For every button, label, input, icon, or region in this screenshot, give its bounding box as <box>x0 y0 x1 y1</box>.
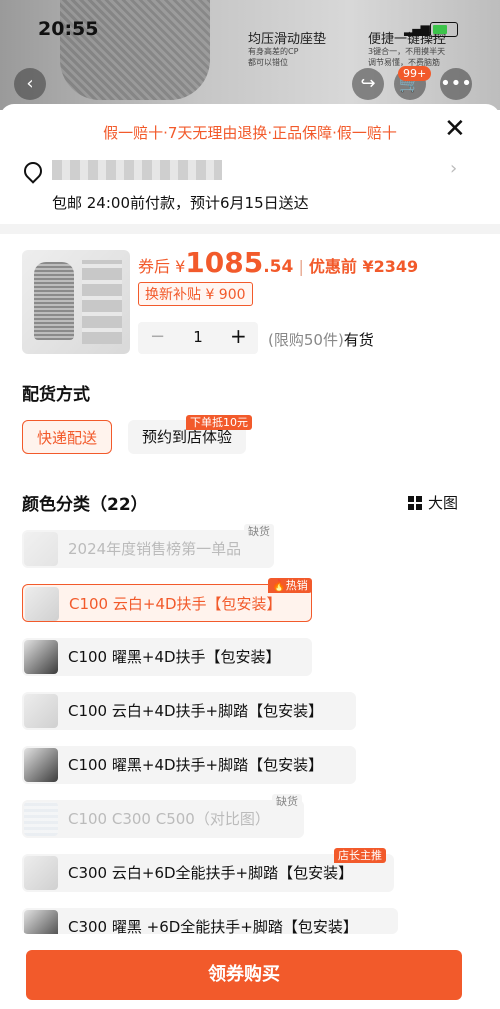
option-thumbnail <box>25 587 59 621</box>
option-discount-tag: 下单抵10元 <box>186 415 252 430</box>
option-thumbnail <box>24 802 58 836</box>
feature-title-seat: 均压滑动座垫 <box>248 32 327 47</box>
address-blurred[interactable] <box>52 160 222 180</box>
color-option[interactable]: C100 曜黑+4D扶手+脚踏【包安装】 <box>22 746 356 784</box>
status-time: 20:55 <box>38 18 99 40</box>
claim-coupon-buy-button[interactable]: 领券购买 <box>26 950 462 1000</box>
share-icon[interactable]: ↪ <box>352 68 384 100</box>
big-view-toggle[interactable]: 大图 <box>408 492 458 513</box>
close-icon[interactable]: ✕ <box>444 116 466 142</box>
guarantee-banner: 假一赔十·7天无理由退换·正品保障·假一赔十 <box>103 124 397 142</box>
chair-image <box>60 0 210 100</box>
quantity-stepper: − 1 + <box>138 322 258 354</box>
color-option[interactable]: C100 C300 C500（对比图） <box>22 800 304 838</box>
price-prefix: 券后 ¥ <box>138 257 186 276</box>
option-thumbnail <box>24 640 58 674</box>
option-thumbnail <box>24 856 58 890</box>
color-option[interactable]: C100 云白+4D扶手+脚踏【包安装】 <box>22 692 356 730</box>
shipping-option-express[interactable]: 快递配送 <box>22 420 113 454</box>
hot-sale-tag: 🔥热销 <box>268 578 312 593</box>
option-thumbnail <box>24 910 58 934</box>
option-thumbnail <box>24 532 58 566</box>
grid-icon <box>408 496 422 510</box>
manager-recommend-tag: 店长主推 <box>334 848 386 863</box>
increase-button[interactable]: + <box>230 324 247 348</box>
original-price: 优惠前 ¥2349 <box>308 257 419 276</box>
color-option[interactable]: C300 曜黑 +6D全能扶手+脚踏【包安装】 <box>22 908 398 934</box>
signal-icon: ▂▄▆ <box>404 22 430 36</box>
sku-selector-sheet: 假一赔十·7天无理由退换·正品保障·假一赔十 ✕ › 包邮 24:00前付款，预… <box>0 104 500 1009</box>
cart-badge: 99+ <box>398 66 432 81</box>
price-integer: 1085 <box>185 246 264 279</box>
more-icon[interactable]: ••• <box>440 68 472 100</box>
color-section-title: 颜色分类（22） <box>22 495 148 515</box>
battery-icon <box>430 22 458 37</box>
option-thumbnail <box>24 748 58 782</box>
color-option[interactable]: 2024年度销售榜第一单品 <box>22 530 274 568</box>
price-decimal: .54 <box>263 257 294 277</box>
stock-status: 有货 <box>343 331 374 349</box>
location-icon <box>20 158 46 184</box>
subsidy-badge: 换新补贴 ¥ 900 <box>138 282 253 306</box>
purchase-limit: (限购50件)有货 <box>268 331 374 349</box>
out-of-stock-tag: 缺货 <box>272 794 302 809</box>
back-icon[interactable]: ‹ <box>14 68 46 100</box>
price-line: 券后 ¥1085.54 | 优惠前 ¥2349 <box>138 246 418 279</box>
price-separator: | <box>298 257 304 276</box>
out-of-stock-tag: 缺货 <box>244 524 274 539</box>
option-thumbnail <box>24 694 58 728</box>
delivery-info: 包邮 24:00前付款，预计6月15日送达 <box>52 194 309 212</box>
divider <box>0 224 500 234</box>
product-image-background: 均压滑动座垫 有身高差的CP 都可以错位 便捷一键操控 3键合一，不用摸半天 调节易… <box>0 0 500 110</box>
shipping-title: 配货方式 <box>22 385 90 405</box>
color-option[interactable]: C100 曜黑+4D扶手【包安装】 <box>22 638 312 676</box>
chevron-right-icon[interactable]: › <box>450 158 457 179</box>
feature-sub-control: 3键合一，不用摸半天 调节易懂，不费脑筋 <box>368 47 446 67</box>
feature-sub-seat: 有身高差的CP 都可以错位 <box>248 47 299 67</box>
product-thumbnail[interactable] <box>22 250 130 354</box>
